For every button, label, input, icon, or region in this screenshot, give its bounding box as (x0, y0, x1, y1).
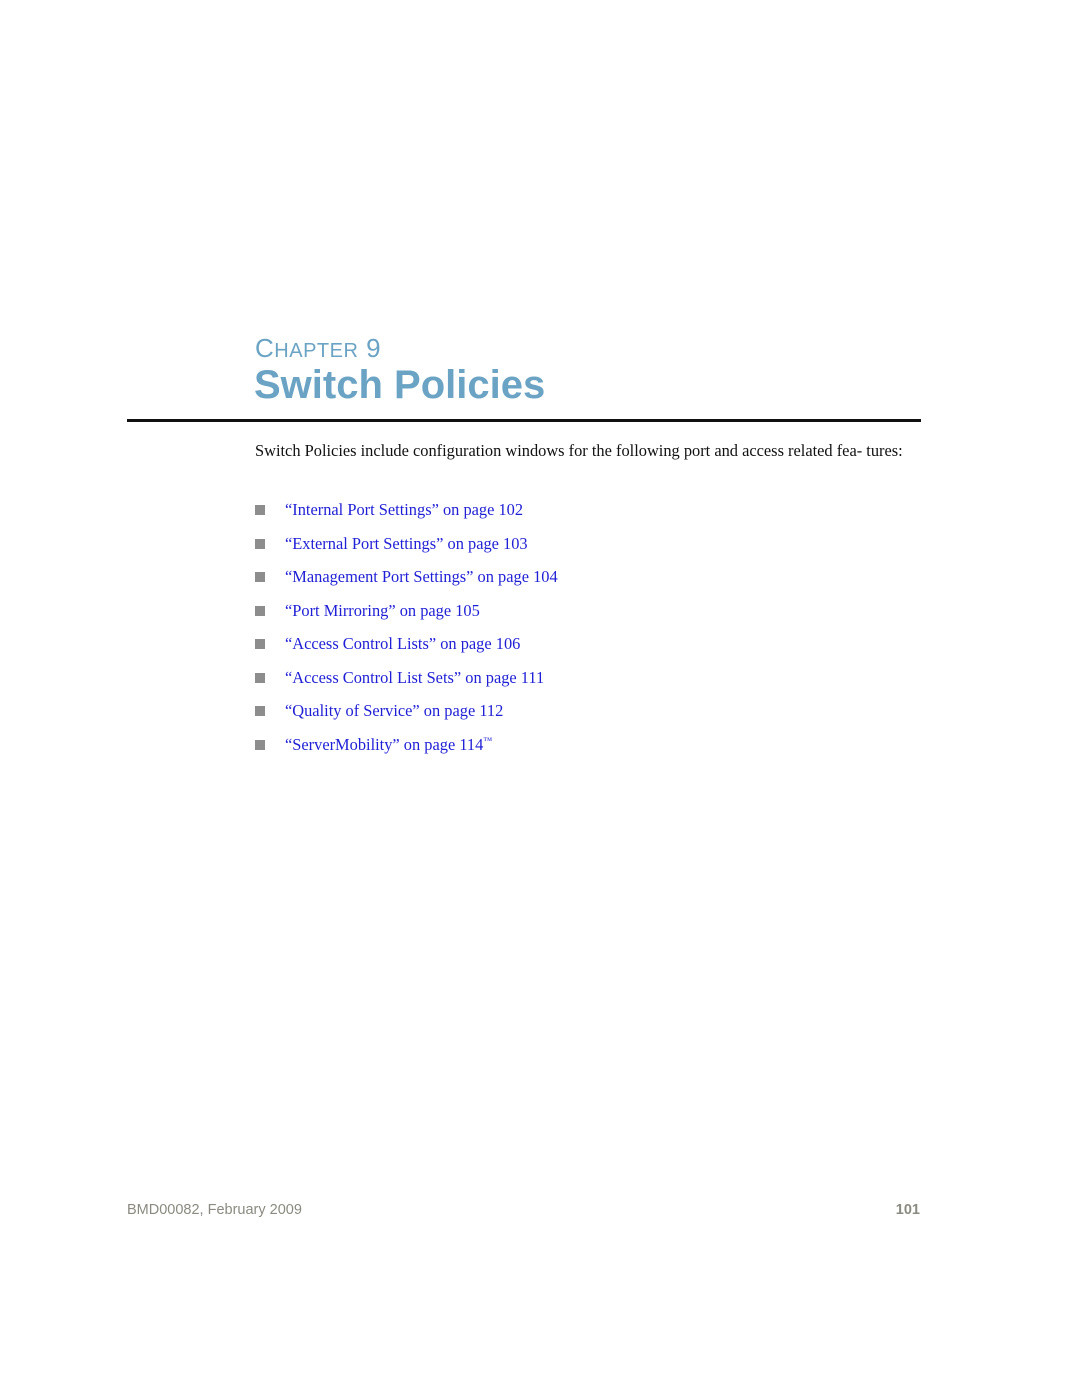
footer-doc-id-date: BMD00082, February 2009 (127, 1202, 302, 1218)
link-servermobility-text[interactable]: “ServerMobility” on page 114 (285, 735, 483, 754)
square-bullet-icon (255, 739, 265, 750)
square-bullet-icon (255, 706, 265, 716)
link-port-mirroring[interactable]: “Port Mirroring” on page 105 (285, 599, 480, 623)
list-item: “Port Mirroring” on page 105 (255, 599, 558, 633)
list-item: “Internal Port Settings” on page 102 (255, 498, 558, 532)
link-external-port-settings[interactable]: “External Port Settings” on page 103 (285, 532, 528, 556)
section-link-list: “Internal Port Settings” on page 102 “Ex… (255, 498, 558, 766)
list-item: “Access Control Lists” on page 106 (255, 632, 558, 666)
list-item: “Quality of Service” on page 112 (255, 699, 558, 733)
link-internal-port-settings[interactable]: “Internal Port Settings” on page 102 (285, 498, 523, 522)
square-bullet-icon (255, 672, 265, 683)
link-management-port-settings[interactable]: “Management Port Settings” on page 104 (285, 565, 558, 589)
chapter-number: 9 (366, 333, 382, 363)
square-bullet-icon (255, 505, 265, 515)
footer-page-number: 101 (895, 1202, 920, 1218)
link-access-control-lists[interactable]: “Access Control Lists” on page 106 (285, 632, 520, 656)
square-bullet-icon (255, 605, 265, 616)
chapter-label-initial: C (255, 333, 275, 363)
link-servermobility[interactable]: “ServerMobility” on page 114™ (285, 733, 492, 757)
list-item: “Access Control List Sets” on page 111 (255, 666, 558, 700)
trademark-symbol: ™ (483, 735, 493, 746)
list-item: “ServerMobility” on page 114™ (255, 733, 558, 767)
chapter-title: Switch Policies (254, 363, 546, 407)
square-bullet-icon (255, 538, 265, 549)
square-bullet-icon (255, 572, 265, 582)
list-item: “Management Port Settings” on page 104 (255, 565, 558, 599)
square-bullet-icon (255, 639, 265, 649)
intro-paragraph: Switch Policies include configuration wi… (255, 441, 903, 460)
link-quality-of-service[interactable]: “Quality of Service” on page 112 (285, 699, 503, 723)
title-divider (127, 419, 921, 422)
list-item: “External Port Settings” on page 103 (255, 532, 558, 566)
chapter-label-rest: HAPTER (274, 340, 359, 362)
link-access-control-list-sets[interactable]: “Access Control List Sets” on page 111 (285, 666, 544, 690)
